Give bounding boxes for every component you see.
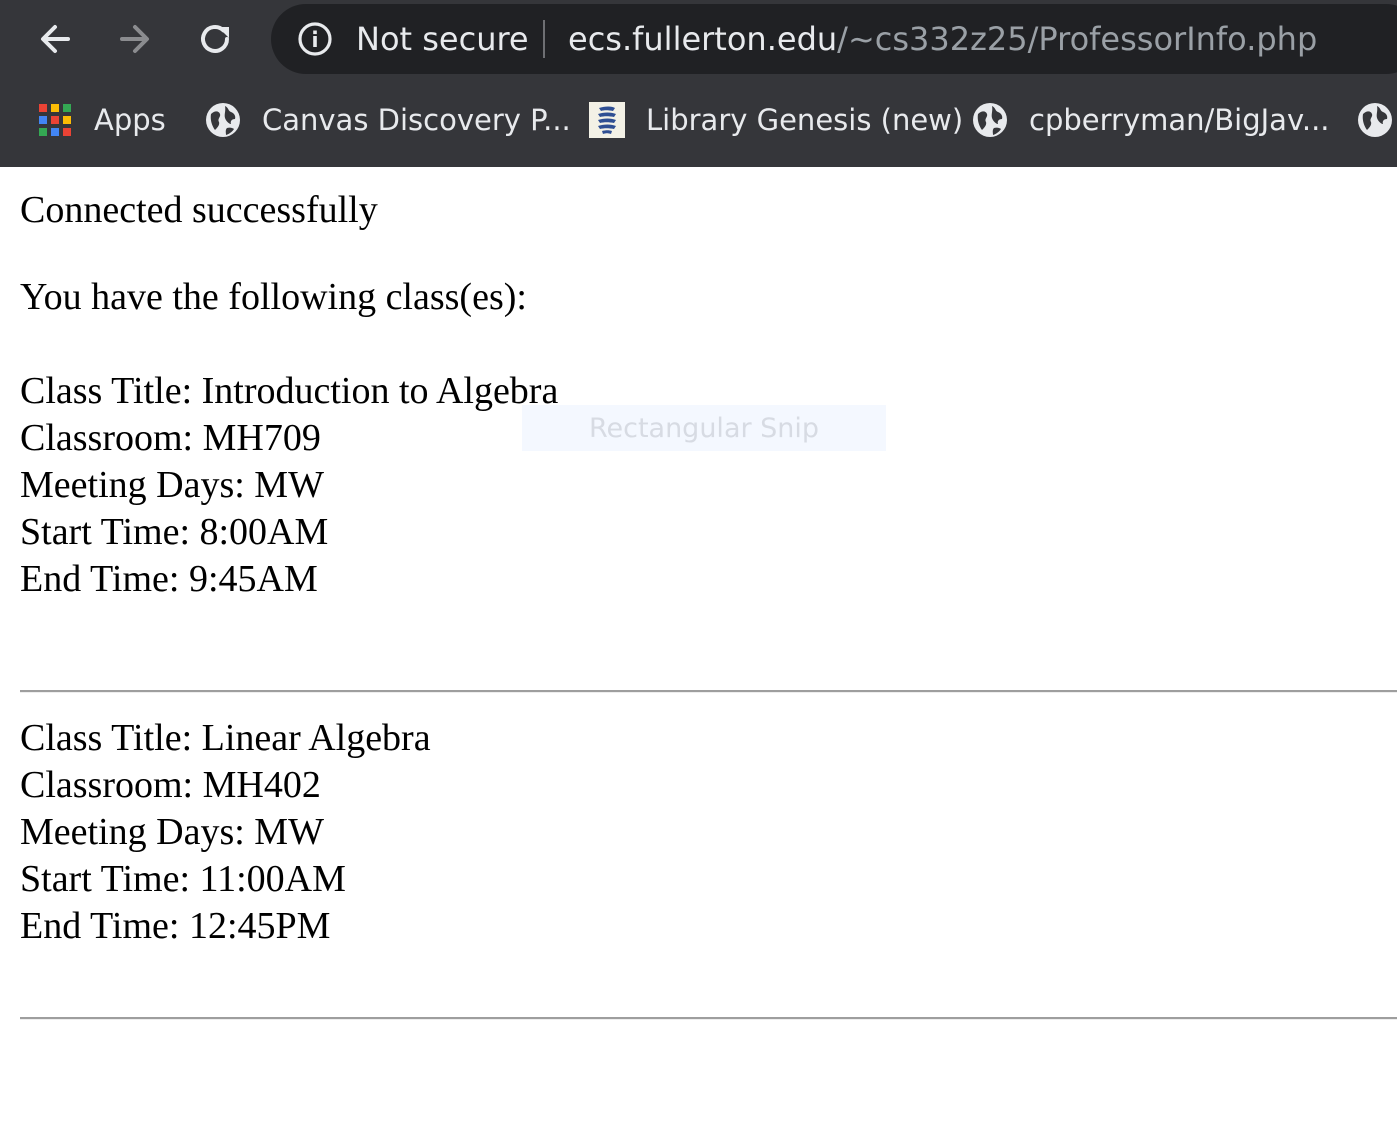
class-separator <box>20 1017 1397 1020</box>
reload-button[interactable] <box>190 14 240 64</box>
bookmark-label: Library Genesis (new) <box>646 103 964 137</box>
class-title: Class Title: Linear Algebra <box>20 717 431 759</box>
bookmark-label: cpberryman/BigJav... <box>1029 103 1330 137</box>
back-button[interactable] <box>30 14 80 64</box>
globe-icon <box>1356 101 1394 139</box>
bookmark-label: Canvas Discovery P... <box>262 103 571 137</box>
class-classroom: Classroom: MH709 <box>20 417 321 459</box>
bookmark-apps[interactable]: Apps <box>36 88 166 152</box>
snip-tooltip: Rectangular Snip <box>522 405 886 451</box>
info-circle-icon[interactable] <box>297 21 333 57</box>
class-end-time: End Time: 9:45AM <box>20 558 318 600</box>
page-content: Connected successfully You have the foll… <box>0 167 1397 1122</box>
class-meeting-days: Meeting Days: MW <box>20 464 324 506</box>
apps-grid-icon <box>36 101 74 139</box>
class-meeting-days: Meeting Days: MW <box>20 811 324 853</box>
bookmark-library-genesis[interactable]: Library Genesis (new) <box>588 88 963 152</box>
class-start-time: Start Time: 11:00AM <box>20 858 346 900</box>
arrow-right-icon <box>120 25 149 53</box>
arrow-left-icon <box>41 25 70 53</box>
forward-button[interactable] <box>110 14 160 64</box>
omnibox-divider <box>543 20 545 58</box>
class-end-time: End Time: 12:45PM <box>20 905 331 947</box>
bookmark-bigjava[interactable]: cpberryman/BigJav... <box>971 88 1330 152</box>
url-text[interactable]: ecs.fullerton.edu/~cs332z25/ProfessorInf… <box>568 20 1317 58</box>
bookmark-canvas-discovery[interactable]: Canvas Discovery P... <box>204 88 571 152</box>
url-host: ecs.fullerton.edu <box>568 20 838 58</box>
url-path: /~cs332z25/ProfessorInfo.php <box>837 20 1318 58</box>
class-start-time: Start Time: 8:00AM <box>20 511 329 553</box>
globe-icon <box>971 101 1009 139</box>
bookmarks-bar: Apps Canvas Discovery P... Library Genes… <box>0 88 1397 152</box>
intro-text: You have the following class(es): <box>20 276 527 318</box>
browser-chrome: Not secure ecs.fullerton.edu/~cs332z25/P… <box>0 0 1397 167</box>
class-title: Class Title: Introduction to Algebra <box>20 370 559 412</box>
connection-status: Connected successfully <box>20 189 378 231</box>
class-separator <box>20 690 1397 693</box>
reload-icon <box>201 25 229 53</box>
address-bar[interactable]: Not secure ecs.fullerton.edu/~cs332z25/P… <box>271 4 1397 74</box>
bookmark-overflow-item[interactable] <box>1356 88 1394 152</box>
globe-icon <box>204 101 242 139</box>
class-classroom: Classroom: MH402 <box>20 764 321 806</box>
bookmark-label: Apps <box>94 103 166 137</box>
library-genesis-icon <box>588 101 626 139</box>
security-status-label[interactable]: Not secure <box>356 20 529 58</box>
